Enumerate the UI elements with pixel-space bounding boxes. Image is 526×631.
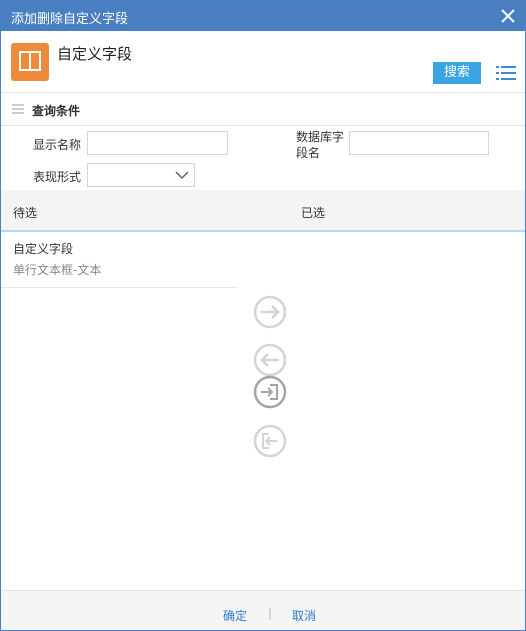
- move-all-in-icon[interactable]: [252, 374, 288, 410]
- move-all-out-icon[interactable]: [252, 423, 288, 459]
- page-header: 自定义字段 搜索: [1, 31, 525, 93]
- selected-column-title: 已选: [301, 206, 326, 220]
- list-item-name: 自定义字段: [13, 242, 74, 256]
- dialog-footer: 确定 | 取消: [1, 590, 525, 630]
- arrow-right-circle-icon[interactable]: [252, 294, 288, 330]
- query-conditions-label: 查询条件: [32, 104, 81, 118]
- display-name-label: 显示名称: [33, 138, 82, 152]
- dialog-titlebar: 添加删除自定义字段: [1, 1, 525, 31]
- db-field-name-input[interactable]: [349, 131, 489, 155]
- chevron-down-icon: [175, 171, 189, 180]
- list-item[interactable]: 自定义字段 单行文本框-文本: [1, 233, 238, 288]
- footer-separator: |: [268, 606, 273, 620]
- transfer-header: 待选 已选: [1, 190, 525, 232]
- close-icon[interactable]: [499, 7, 517, 25]
- display-name-input[interactable]: [87, 131, 228, 155]
- query-form: 显示名称 数据库字 段名 表现形式: [1, 126, 525, 190]
- arrow-left-circle-icon[interactable]: [252, 342, 288, 378]
- presentation-select[interactable]: [87, 163, 195, 187]
- list-icon[interactable]: [496, 65, 516, 81]
- db-field-name-label-1: 数据库字: [296, 130, 345, 144]
- presentation-label: 表现形式: [33, 170, 82, 184]
- cancel-button[interactable]: 取消: [292, 607, 316, 624]
- search-button[interactable]: 搜索: [433, 62, 481, 84]
- form-blank-cell: [266, 159, 525, 190]
- dialog-window: 添加删除自定义字段 自定义字段 搜索 查询条件 显示名称 数据库字 段名 表现形…: [0, 0, 526, 631]
- list-item-type: 单行文本框-文本: [13, 263, 102, 277]
- pending-column-title: 待选: [13, 206, 38, 220]
- page-title: 自定义字段: [57, 45, 133, 63]
- menu-lines-icon: [12, 104, 24, 114]
- dialog-title: 添加删除自定义字段: [11, 12, 129, 27]
- confirm-button[interactable]: 确定: [223, 607, 247, 624]
- query-conditions-bar[interactable]: 查询条件: [1, 93, 525, 126]
- book-icon: [11, 43, 49, 81]
